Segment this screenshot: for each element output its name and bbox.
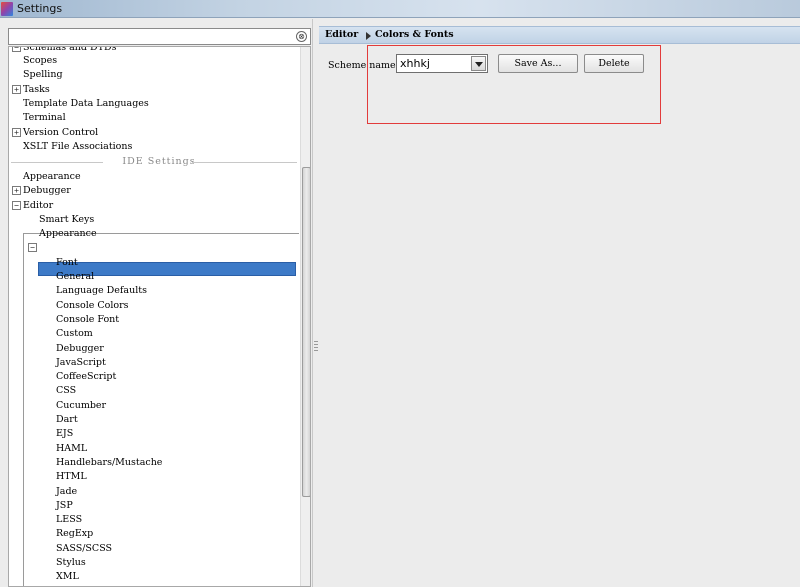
tree-item-appearance[interactable]: Appearance [39,227,97,241]
tree-item-javascript[interactable]: JavaScript [56,356,106,370]
tree-item-terminal[interactable]: Terminal [23,111,66,125]
tree-item-language-defaults[interactable]: Language Defaults [56,284,147,298]
tree-scrollbar[interactable] [300,47,310,586]
tree-item-label: Spelling [23,69,63,81]
tree-item-xml[interactable]: XML [56,570,79,584]
tree-item-scopes[interactable]: Scopes [23,54,57,68]
tree-item-label: EJS [56,428,74,440]
splitter-grip-icon[interactable] [314,341,318,353]
tree-item-label: XML [56,571,79,583]
tree-item-label: Scopes [23,55,58,66]
tree-item-label: Jade [56,485,78,497]
tree-item-label: Debugger [56,342,104,354]
tree-item-font[interactable]: Font [56,256,78,270]
tree-item-spelling[interactable]: Spelling [23,68,63,82]
tree-item-handlebars-mustache[interactable]: Handlebars/Mustache [56,456,162,470]
annotation-highlight-box [367,45,661,124]
window-title: Settings [17,2,63,15]
tree-item-debugger[interactable]: + Debugger [12,184,71,198]
tree-item-label: Cucumber [56,399,107,411]
tree-item-ejs[interactable]: EJS [56,427,73,441]
tree-item-label: Console Colors [56,299,129,311]
tree-item-label: Dart [56,414,78,425]
section-divider [11,162,103,164]
app-icon [1,2,13,16]
tree-item-cucumber[interactable]: Cucumber [56,399,106,413]
tree-item-label: SASS/SCSS [56,542,113,554]
tree-item-label: Appearance [39,228,97,240]
plus-icon[interactable]: + [12,186,21,196]
settings-search-input[interactable]: ⊗ [8,28,311,45]
settings-navigation-panel: ⊗ − Schemas and DTDs Scopes Spelling + Tasks T… [0,19,313,587]
tree-item-coffeescript[interactable]: CoffeeScript [56,370,116,384]
plus-icon[interactable]: + [12,127,21,137]
tree-item-label: Template Data Languages [23,97,149,109]
tree-item-label: Colors & Fonts [39,242,112,254]
tree-item-html[interactable]: HTML [56,470,87,484]
tree-item-label: Schemas and DTDs [23,46,117,53]
tree-item-custom[interactable]: Custom [56,327,93,341]
tree-item-haml[interactable]: HAML [56,442,87,456]
tree-item-label: LESS [56,514,83,526]
tree-item-label: Handlebars/Mustache [56,456,163,468]
tree-item-label: JSP [56,499,73,511]
tree-item-label: Debugger [23,185,71,197]
tree-item-label: HTML [56,471,87,483]
breadcrumb: Editor Colors & Fonts [319,26,800,44]
tree-item-dart[interactable]: Dart [56,413,78,427]
tree-item-label: Language Defaults [56,285,147,297]
tree-item-debugger[interactable]: Debugger [56,342,104,356]
tree-item-label: RegExp [56,528,94,540]
tree-item-label: Editor [23,199,54,211]
tree-item-label: Tasks [23,83,50,95]
minus-icon[interactable]: − [12,200,21,210]
minus-icon[interactable]: − [28,243,37,253]
ide-settings-section-header: IDE Settings [9,155,309,169]
plus-icon[interactable]: + [12,84,21,94]
tree-item-label: XSLT File Associations [23,140,133,152]
section-divider [192,162,297,164]
tree-item-regexp[interactable]: RegExp [56,527,93,541]
breadcrumb-editor[interactable]: Editor [325,29,358,40]
tree-item-label: Stylus [56,557,86,568]
tree-item-editor[interactable]: − Editor [12,199,54,213]
title-bar: Settings [0,0,800,18]
tree-item-smart-keys[interactable]: Smart Keys [39,213,94,227]
tree-item-colors-fonts[interactable]: − Colors & Fonts [28,241,112,255]
tree-item-console-colors[interactable]: Console Colors [56,299,129,313]
tree-item-label: Console Font [56,313,120,325]
tree-item-label: Smart Keys [39,213,95,225]
tree-item-css[interactable]: CSS [56,384,76,398]
scroll-thumb[interactable] [302,167,310,497]
clear-search-icon[interactable]: ⊗ [296,31,307,42]
tree-item-jsp[interactable]: JSP [56,499,73,513]
tree-item-stylus[interactable]: Stylus [56,556,86,570]
section-title: IDE Settings [122,156,196,168]
tree-item-sass-scss[interactable]: SASS/SCSS [56,542,112,556]
tree-item-less[interactable]: LESS [56,513,82,527]
minus-icon[interactable]: − [12,47,21,52]
tree-item-general[interactable]: General [56,270,94,284]
tree-item-version-control[interactable]: + Version Control [12,126,99,140]
tree-item-jade[interactable]: Jade [56,485,77,499]
tree-item-label: CSS [56,385,77,397]
triangle-right-icon [366,32,371,40]
tree-item-xslt-file-associations[interactable]: XSLT File Associations [23,140,132,154]
tree-item-label: JavaScript [56,356,106,368]
tree-item-label: Custom [56,328,93,340]
tree-item-label: Terminal [23,112,66,124]
settings-tree: − Schemas and DTDs Scopes Spelling + Tasks Tem… [8,46,311,587]
tree-item-label: CoffeeScript [56,371,117,383]
breadcrumb-colors-fonts: Colors & Fonts [375,29,454,40]
tree-item-label: Version Control [23,126,99,138]
colors-fonts-panel: Editor Colors & Fonts Scheme name: xhhkj… [319,19,800,587]
tree-item-appearance[interactable]: Appearance [23,170,81,184]
tree-item-template-data-languages[interactable]: Template Data Languages [23,97,149,111]
tree-item-label: Appearance [23,170,81,182]
tree-item-label: General [56,271,95,282]
tree-item-label: HAML [56,442,88,454]
tree-item-tasks[interactable]: + Tasks [12,83,50,97]
tree-item-console-font[interactable]: Console Font [56,313,119,327]
tree-item-label: Font [56,256,78,268]
